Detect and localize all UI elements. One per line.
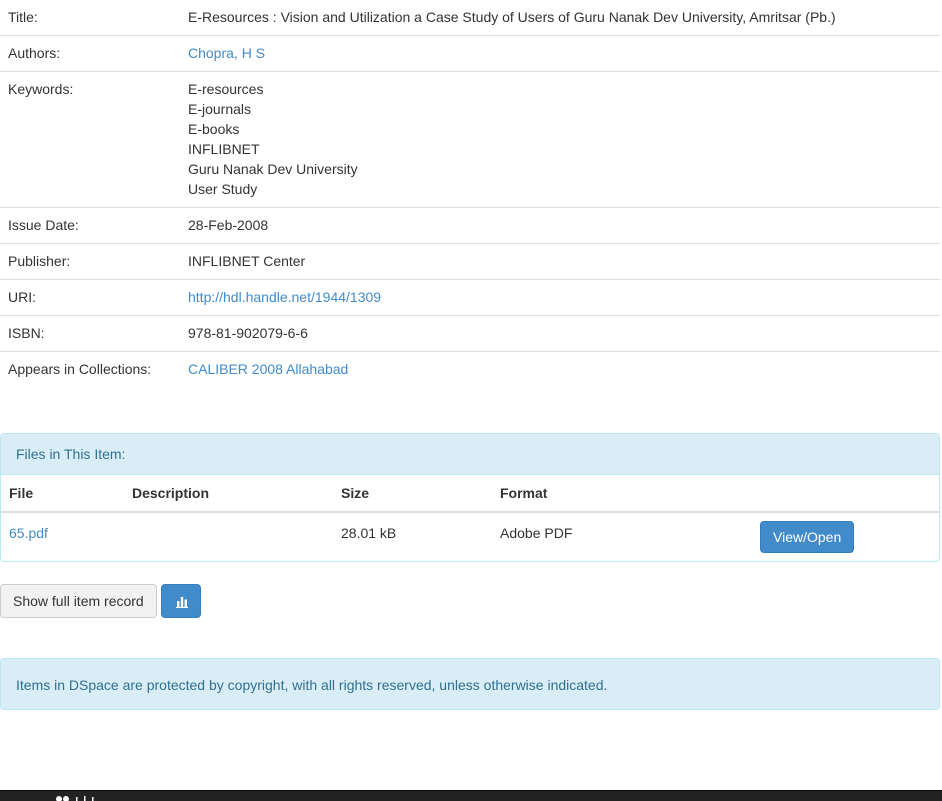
item-metadata-table: Title: E-Resources : Vision and Utilizat…	[0, 0, 940, 387]
collections-label: Appears in Collections:	[0, 351, 180, 387]
files-panel-heading: Files in This Item:	[1, 434, 939, 475]
metadata-row-isbn: ISBN: 978-81-902079-6-6	[0, 315, 940, 352]
table-row: 65.pdf 28.01 kB Adobe PDF View/Open	[1, 512, 939, 561]
title-label: Title:	[8, 9, 38, 25]
statistics-button[interactable]	[160, 584, 201, 618]
authors-label: Authors:	[0, 35, 180, 72]
show-full-record-button[interactable]: Show full item record	[0, 584, 157, 618]
copyright-notice-text: Items in DSpace are protected by copyrig…	[16, 677, 608, 693]
footer	[0, 790, 942, 801]
metadata-row-publisher: Publisher: INFLIBNET Center	[0, 243, 940, 280]
copyright-notice: Items in DSpace are protected by copyrig…	[0, 658, 940, 710]
keywords-list: E-resources E-journals E-books INFLIBNET…	[180, 71, 940, 208]
collection-link[interactable]: CALIBER 2008 Allahabad	[188, 361, 348, 377]
column-header-description: Description	[124, 475, 333, 513]
metadata-row-authors: Authors: Chopra, H S	[0, 35, 940, 72]
publisher-label: Publisher:	[0, 243, 180, 280]
file-link[interactable]: 65.pdf	[9, 525, 48, 541]
files-table: File Description Size Format 65.pdf 28.0…	[1, 475, 939, 561]
files-panel: Files in This Item: File Description Siz…	[0, 433, 940, 562]
isbn-label: ISBN:	[0, 315, 180, 352]
keyword: E-books	[188, 121, 240, 137]
title-value: E-Resources : Vision and Utilization a C…	[188, 9, 836, 25]
metadata-row-uri: URI: http://hdl.handle.net/1944/1309	[0, 279, 940, 316]
footer-logo-icon	[56, 796, 94, 801]
column-header-file: File	[1, 475, 124, 513]
keyword: E-journals	[188, 101, 252, 117]
issue-date-value: 28-Feb-2008	[180, 207, 940, 244]
file-size: 28.01 kB	[341, 525, 397, 541]
file-description	[124, 512, 333, 561]
bar-chart-icon	[175, 597, 188, 608]
issue-date-label: Issue Date:	[0, 207, 180, 244]
metadata-row-issue-date: Issue Date: 28-Feb-2008	[0, 207, 940, 244]
author-link[interactable]: Chopra, H S	[188, 45, 265, 61]
keyword: User Study	[188, 181, 258, 197]
keyword: E-resources	[188, 81, 264, 97]
uri-link[interactable]: http://hdl.handle.net/1944/1309	[188, 289, 381, 305]
view-open-button[interactable]: View/Open	[760, 521, 855, 553]
keywords-label: Keywords:	[0, 71, 180, 208]
column-header-action	[760, 475, 939, 513]
metadata-row-keywords: Keywords: E-resources E-journals E-books…	[0, 71, 940, 208]
column-header-size: Size	[333, 475, 492, 513]
isbn-value: 978-81-902079-6-6	[180, 315, 940, 352]
publisher-value: INFLIBNET Center	[180, 243, 940, 280]
item-actions: Show full item record	[0, 584, 201, 618]
files-table-header: File Description Size Format	[1, 475, 939, 513]
keyword: Guru Nanak Dev University	[188, 161, 358, 177]
column-header-format: Format	[492, 475, 760, 513]
metadata-row-collections: Appears in Collections: CALIBER 2008 All…	[0, 351, 940, 387]
metadata-row-title: Title: E-Resources : Vision and Utilizat…	[0, 0, 940, 36]
file-format: Adobe PDF	[500, 525, 573, 541]
uri-label: URI:	[0, 279, 180, 316]
keyword: INFLIBNET	[188, 141, 260, 157]
